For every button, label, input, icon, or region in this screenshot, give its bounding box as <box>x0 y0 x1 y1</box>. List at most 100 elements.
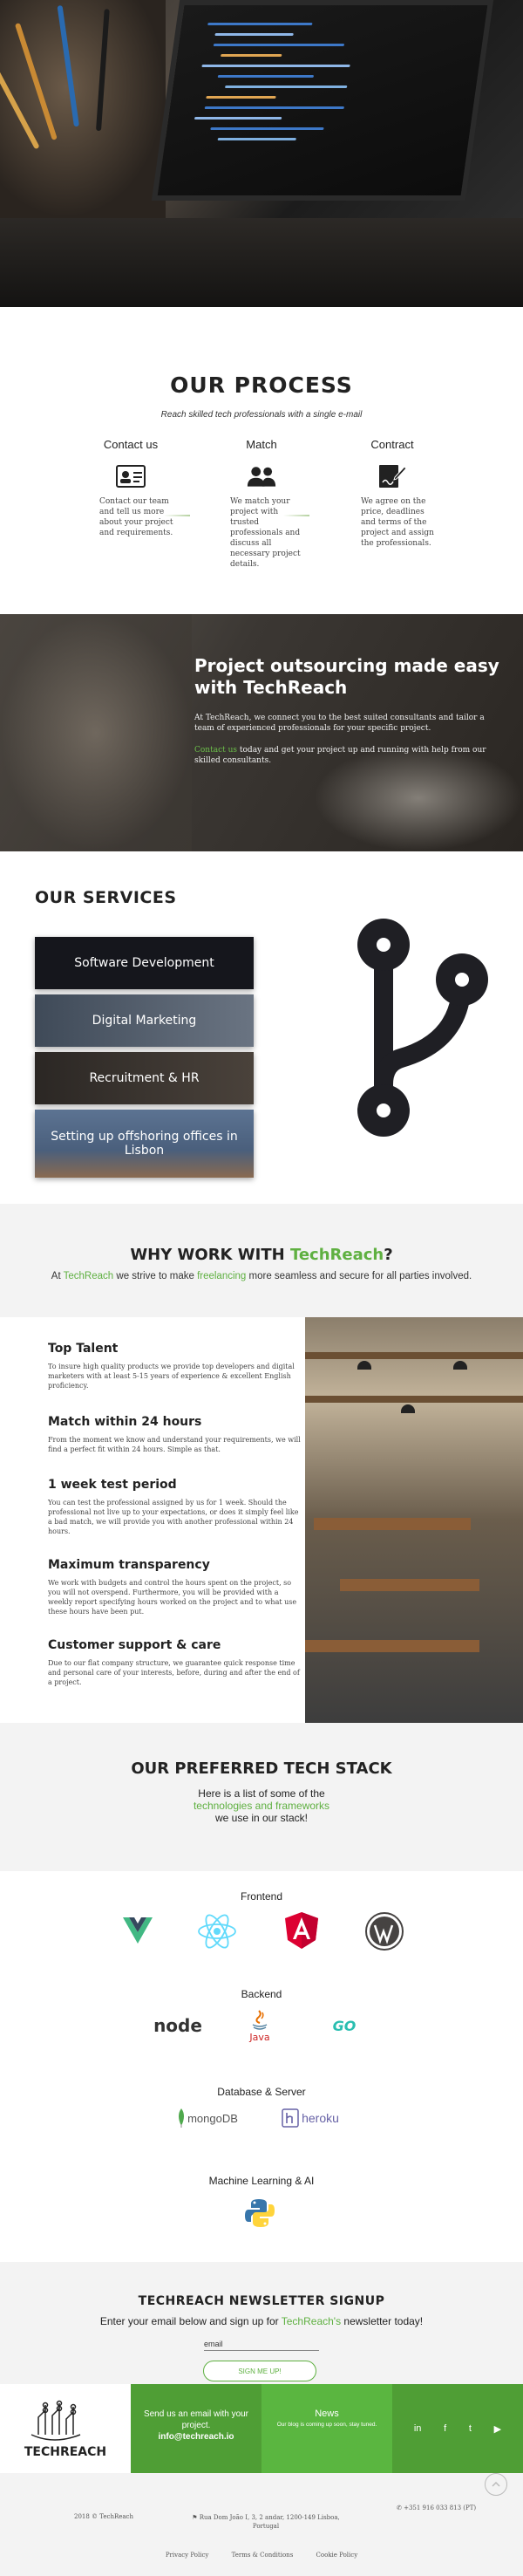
terms-link[interactable]: Terms & Conditions <box>232 2552 294 2559</box>
java-logo-icon: Java <box>242 2004 277 2047</box>
phone-text: +351 916 033 813 (PT) <box>404 2504 477 2511</box>
feature-top-talent: Top Talent To insure high quality produc… <box>48 1342 301 1390</box>
feature-support: Customer support & care Due to our flat … <box>48 1638 301 1687</box>
service-label: Digital Marketing <box>92 1014 197 1028</box>
privacy-policy-link[interactable]: Privacy Policy <box>166 2552 209 2559</box>
why-title: WHY WORK WITH TechReach? <box>0 1246 523 1264</box>
tech-logos-section: Frontend Backend node Java GO Database &… <box>0 1871 523 2262</box>
service-label: Setting up offshoring offices in Lisbon <box>51 1130 238 1158</box>
wordpress-logo-icon <box>364 1911 404 1951</box>
facebook-icon[interactable]: f <box>444 2423 446 2434</box>
feature-test-period: 1 week test period You can test the prof… <box>48 1478 301 1536</box>
social-links: in f t ▶ <box>392 2384 523 2473</box>
category-backend: Backend <box>241 1988 282 2000</box>
tech-stack-intro: Here is a list of some of the technologi… <box>0 1787 523 1824</box>
address: ⚑ Rua Dom João I, 3, 2 andar, 1200-149 L… <box>192 2513 340 2531</box>
process-step-contract: Contract We agree on the price, deadline… <box>349 438 436 549</box>
intro-line: Here is a list of some of the <box>198 1787 325 1800</box>
step-description: We agree on the price, deadlines and ter… <box>361 497 434 548</box>
pencil-cup-photo <box>0 0 166 218</box>
outsourcing-paragraph: At TechReach, we connect you to the best… <box>194 714 485 733</box>
go-logo-icon: GO <box>323 2012 366 2039</box>
service-card-software[interactable]: Software Development <box>35 937 254 989</box>
process-section: OUR PROCESS Reach skilled tech professio… <box>0 307 523 614</box>
twitter-icon[interactable]: t <box>469 2423 472 2434</box>
feature-match-24h: Match within 24 hours From the moment we… <box>48 1415 301 1454</box>
handshake-photo <box>0 614 192 851</box>
feature-description: You can test the professional assigned b… <box>48 1499 299 1535</box>
scroll-to-top-button[interactable] <box>485 2473 507 2496</box>
feature-title: Match within 24 hours <box>48 1415 202 1429</box>
heroku-logo-icon: heroku <box>275 2107 345 2129</box>
feature-transparency: Maximum transparency We work with budget… <box>48 1558 301 1616</box>
feature-description: Due to our flat company structure, we gu… <box>48 1659 300 1686</box>
vue-logo-icon <box>120 1913 155 1948</box>
contact-block: Send us an email with your project. info… <box>131 2384 262 2473</box>
step-description: Contact our team and tell us more about … <box>99 497 173 537</box>
tagline-part: more seamless and secure for all parties… <box>246 1271 472 1281</box>
java-logo-text: Java <box>249 2031 270 2043</box>
tech-stack-title: OUR PREFERRED TECH STACK <box>131 1759 392 1778</box>
footer: TECHREACH Send us an email with your pro… <box>0 2384 523 2473</box>
youtube-icon[interactable]: ▶ <box>494 2423 501 2435</box>
feature-description: We work with budgets and control the hou… <box>48 1579 297 1616</box>
phone-icon: ✆ <box>397 2504 404 2511</box>
id-card-icon <box>116 463 146 489</box>
service-card-recruitment[interactable]: Recruitment & HR <box>35 1052 254 1104</box>
service-card-offshoring[interactable]: Setting up offshoring offices in Lisbon <box>35 1110 254 1178</box>
newsletter-text-brand: TechReach's <box>281 2315 342 2327</box>
intro-highlight: technologies and frameworks <box>193 1800 330 1812</box>
angular-logo-icon <box>284 1911 319 1950</box>
feature-title: Customer support & care <box>48 1638 221 1652</box>
category-database-server: Database & Server <box>217 2086 306 2098</box>
service-label: Software Development <box>74 956 214 970</box>
step-title: Match <box>246 438 277 451</box>
why-title-prefix: WHY WORK WITH <box>130 1246 290 1264</box>
outsourcing-paragraph-rest: today and get your project up and runnin… <box>194 746 486 765</box>
why-title-suffix: ? <box>384 1246 393 1264</box>
feature-title: Top Talent <box>48 1342 119 1356</box>
feature-title: Maximum transparency <box>48 1558 210 1572</box>
go-logo-text: GO <box>332 2017 357 2034</box>
phone: ✆ +351 916 033 813 (PT) <box>397 2504 476 2511</box>
outsourcing-paragraph-cta: Contact us today and get your project up… <box>194 745 491 766</box>
contact-us-link[interactable]: Contact us <box>194 746 237 755</box>
service-label: Recruitment & HR <box>89 1071 200 1085</box>
python-logo-icon <box>242 2196 277 2231</box>
why-section: WHY WORK WITH TechReach? At TechReach we… <box>0 1204 523 1317</box>
sign-up-button[interactable]: SIGN ME UP! <box>203 2361 316 2381</box>
services-section: OUR SERVICES Software Development Digita… <box>0 851 523 1204</box>
step-description: We match your project with trusted profe… <box>230 497 301 569</box>
step-title: Contract <box>370 438 414 451</box>
heroku-logo-text: heroku <box>302 2111 339 2125</box>
legal-links: Privacy Policy Terms & Conditions Cookie… <box>0 2552 523 2559</box>
circuit-logo-icon: TECHREACH <box>24 2400 106 2459</box>
category-ml-ai: Machine Learning & AI <box>208 2175 315 2187</box>
cookie-policy-link[interactable]: Cookie Policy <box>316 2552 358 2559</box>
git-branch-icon <box>357 919 488 1137</box>
newsletter-text: Enter your email below and sign up for T… <box>0 2315 523 2327</box>
tech-stack-section: OUR PREFERRED TECH STACK Here is a list … <box>0 1723 523 1871</box>
techreach-logo[interactable]: TECHREACH <box>0 2384 131 2473</box>
process-arrow <box>283 515 309 516</box>
process-step-contact: Contact us Contact our team and tell us … <box>87 438 174 538</box>
newsletter-text-part: newsletter today! <box>341 2315 424 2327</box>
tagline-freelancing: freelancing <box>197 1271 247 1281</box>
news-title: News <box>315 2409 339 2419</box>
contact-email-link[interactable]: info@techreach.io <box>159 2432 234 2442</box>
email-field[interactable]: email <box>204 2340 223 2348</box>
newsletter-text-part: Enter your email below and sign up for <box>99 2315 282 2327</box>
service-card-marketing[interactable]: Digital Marketing <box>35 994 254 1047</box>
why-title-brand: TechReach <box>289 1246 384 1264</box>
users-icon <box>247 463 276 489</box>
linkedin-icon[interactable]: in <box>414 2423 422 2434</box>
features-section: Top Talent To insure high quality produc… <box>0 1317 523 1723</box>
process-step-match: Match We match your project with trusted… <box>218 438 305 570</box>
feature-description: To insure high quality products we provi… <box>48 1363 295 1390</box>
contract-sign-icon <box>377 463 407 489</box>
tagline-part: At <box>51 1271 64 1281</box>
office-photo <box>305 1317 523 1723</box>
news-block: News Our blog is coming up soon, stay tu… <box>262 2384 392 2473</box>
tagline-brand: TechReach <box>63 1271 114 1281</box>
bottom-bar: 2018 © TechReach ⚑ Rua Dom João I, 3, 2 … <box>0 2473 523 2576</box>
